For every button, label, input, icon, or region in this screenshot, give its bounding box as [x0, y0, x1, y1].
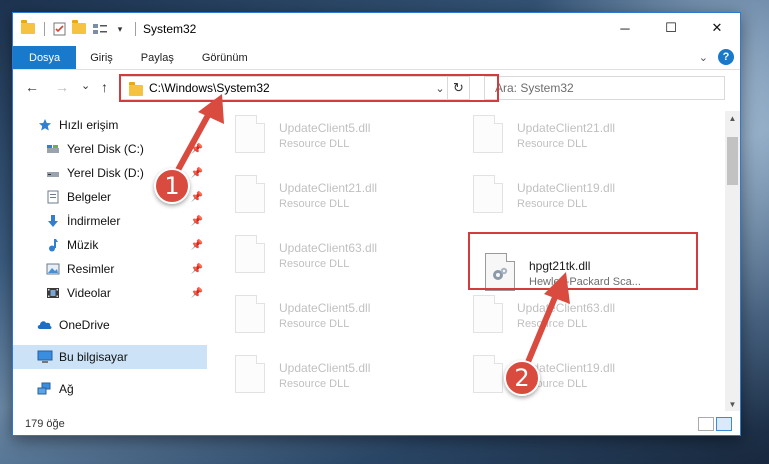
arrow-1-icon: [175, 94, 224, 173]
step-1-badge: 1: [154, 168, 190, 204]
step-2-badge: 2: [504, 360, 540, 396]
arrow-2-icon: [525, 272, 570, 365]
annotation-arrows: [175, 94, 570, 365]
